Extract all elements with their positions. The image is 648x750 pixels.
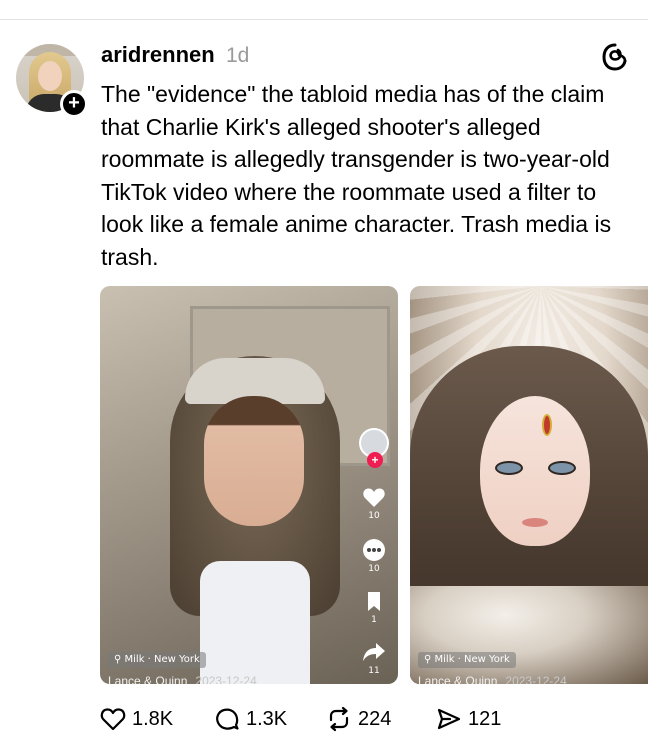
post-text: The "evidence" the tabloid media has of … — [101, 81, 612, 270]
username[interactable]: aridrennen — [101, 42, 215, 68]
reply-count: 1.3K — [246, 707, 288, 730]
save-count: 1 — [371, 615, 377, 625]
location-tag[interactable]: ⚲ Milk · New York — [418, 652, 516, 668]
reply-button[interactable]: 1.3K — [214, 704, 287, 734]
send-icon — [437, 708, 461, 730]
like-count: 1.8K — [132, 707, 174, 730]
top-divider — [0, 19, 648, 20]
bookmark-icon[interactable] — [362, 590, 386, 612]
repost-button[interactable]: 224 — [326, 704, 391, 734]
share-button[interactable]: 121 — [436, 704, 501, 734]
video-author-line: Lance & Quinn 2023-12-24 — [108, 674, 257, 684]
tiktok-side-rail: + 10 10 1 11 — [356, 428, 392, 676]
comment-icon — [216, 708, 239, 730]
heart-icon[interactable] — [362, 486, 386, 508]
share-count: 11 — [368, 666, 380, 676]
threads-icon[interactable] — [600, 42, 630, 72]
share-arrow-icon[interactable] — [362, 641, 386, 663]
location-tag[interactable]: ⚲ Milk · New York — [108, 652, 206, 668]
heart-icon — [100, 708, 126, 731]
image-thumbnail[interactable]: ⚲ Milk · New York Lance & Quinn 2023-12-2… — [410, 286, 648, 684]
like-button[interactable]: 1.8K — [100, 704, 173, 734]
repost-icon — [329, 706, 349, 732]
follow-plus-icon[interactable]: + — [367, 452, 383, 468]
location-pin-icon: ⚲ — [424, 654, 432, 665]
video-author-line: Lance & Quinn 2023-12-24 — [418, 674, 567, 684]
post-timestamp: 1d — [226, 44, 250, 67]
share-count: 121 — [468, 707, 502, 730]
comment-icon[interactable] — [363, 539, 385, 561]
creator-avatar[interactable]: + — [359, 428, 389, 468]
video-thumbnail[interactable]: + 10 10 1 11 ⚲ Milk · New York Lance & Q… — [100, 286, 398, 684]
comment-count: 10 — [368, 564, 380, 574]
follow-plus-button[interactable]: + — [60, 90, 88, 118]
like-count: 10 — [368, 511, 380, 521]
repost-count: 224 — [358, 707, 392, 730]
location-pin-icon: ⚲ — [114, 654, 122, 665]
